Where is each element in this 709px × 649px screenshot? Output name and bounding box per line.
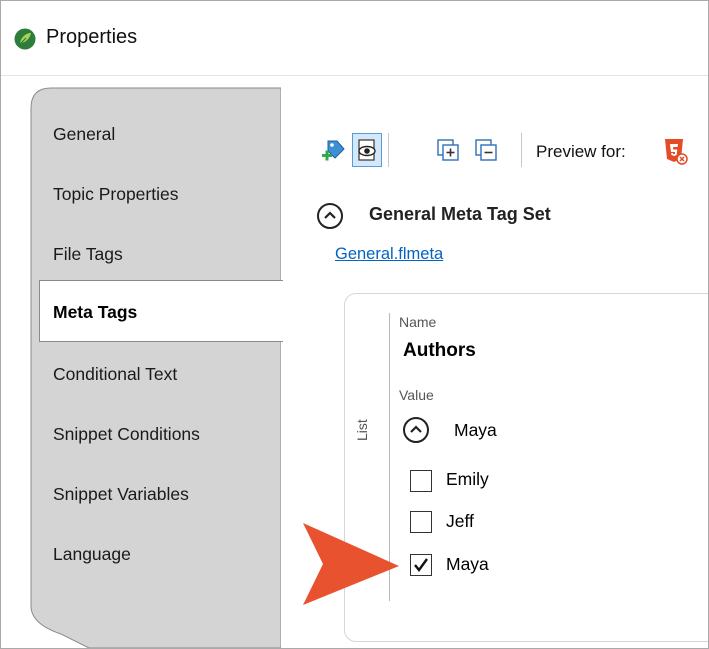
option-label-maya: Maya — [446, 554, 489, 574]
collapse-all-icon — [475, 139, 497, 161]
selected-value: Maya — [454, 420, 497, 440]
meta-file-link[interactable]: General.flmeta — [335, 245, 443, 264]
checkbox-jeff[interactable] — [410, 511, 432, 533]
tag-add-icon — [322, 140, 345, 161]
checkbox-maya[interactable] — [410, 554, 432, 576]
option-label-jeff: Jeff — [446, 511, 474, 531]
add-tag-button[interactable] — [319, 133, 349, 167]
expand-all-icon — [437, 139, 459, 161]
name-value: Authors — [403, 340, 476, 361]
tab-language[interactable]: Language — [53, 544, 131, 565]
toggle-preview-button[interactable] — [352, 133, 382, 167]
app-logo-icon — [14, 28, 36, 50]
window-title: Properties — [46, 26, 138, 48]
checkbox-emily[interactable] — [410, 470, 432, 492]
collapse-all-button[interactable] — [472, 133, 502, 167]
preview-for-label: Preview for: — [536, 142, 626, 161]
checkmark-icon — [414, 558, 428, 572]
preview-eye-icon — [358, 139, 376, 161]
name-label: Name — [399, 314, 437, 330]
tab-file-tags[interactable]: File Tags — [53, 244, 123, 265]
toolbar-separator — [388, 133, 389, 167]
tab-general[interactable]: General — [53, 124, 115, 145]
expand-all-button[interactable] — [434, 133, 464, 167]
option-label-emily: Emily — [446, 469, 489, 489]
title-bar: Properties — [1, 1, 708, 75]
tab-topic-properties[interactable]: Topic Properties — [53, 184, 178, 205]
preview-target-selector[interactable] — [658, 129, 708, 173]
collapse-section-button[interactable] — [317, 203, 343, 229]
list-group-label: List — [354, 419, 370, 441]
value-label: Value — [399, 387, 434, 403]
callout-arrow-icon — [303, 523, 399, 605]
properties-dialog: Properties General Topic Properties File… — [0, 0, 709, 649]
toolbar-separator — [521, 133, 522, 167]
tab-conditional-text[interactable]: Conditional Text — [53, 364, 177, 385]
chevron-up-icon — [410, 425, 422, 433]
collapse-value-button[interactable] — [403, 417, 429, 443]
tab-snippet-variables[interactable]: Snippet Variables — [53, 484, 189, 505]
tab-meta-tags[interactable]: Meta Tags — [53, 302, 137, 323]
tab-snippet-conditions[interactable]: Snippet Conditions — [53, 424, 200, 445]
html5-icon — [665, 139, 688, 165]
chevron-up-icon — [324, 211, 336, 219]
meta-toolbar: Preview for: — [315, 125, 708, 183]
tab-panel — [30, 87, 281, 648]
meta-tag-set-title: General Meta Tag Set — [369, 204, 551, 224]
